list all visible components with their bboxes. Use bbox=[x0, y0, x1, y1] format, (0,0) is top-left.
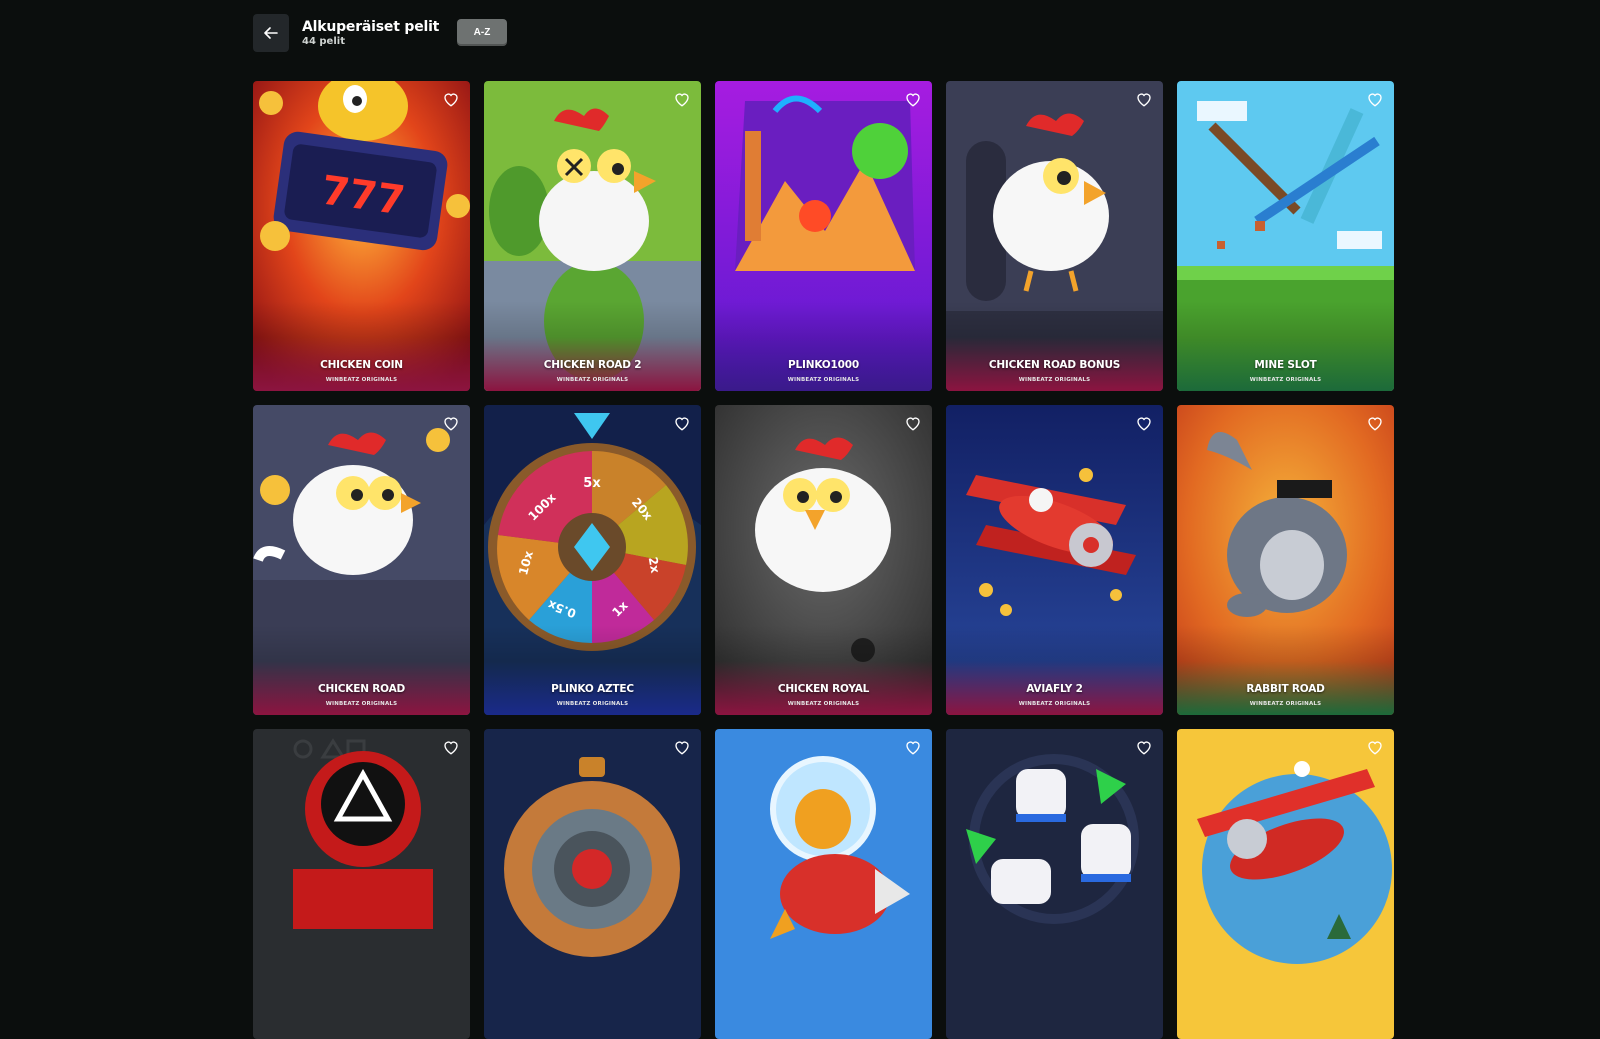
game-provider: WINBEATZ ORIGINALS bbox=[556, 377, 629, 383]
game-provider: WINBEATZ ORIGINALS bbox=[1249, 377, 1322, 383]
page-header: Alkuperäiset pelit 44 pelit bbox=[253, 14, 439, 52]
favorite-heart-icon[interactable] bbox=[673, 414, 691, 432]
game-title: MINE SLOT bbox=[1254, 359, 1317, 371]
game-provider: WINBEATZ ORIGINALS bbox=[556, 701, 629, 707]
game-provider: WINBEATZ ORIGINALS bbox=[325, 701, 398, 707]
favorite-heart-icon[interactable] bbox=[1366, 90, 1384, 108]
game-card-plinko1000[interactable]: PLINKO1000 WINBEATZ ORIGINALS bbox=[715, 81, 932, 391]
game-provider: WINBEATZ ORIGINALS bbox=[787, 377, 860, 383]
game-art-space-rocket bbox=[715, 729, 932, 1039]
game-provider: WINBEATZ ORIGINALS bbox=[1018, 701, 1091, 707]
favorite-heart-icon[interactable] bbox=[442, 90, 460, 108]
game-title: CHICKEN ROYAL bbox=[777, 683, 870, 695]
game-card-red-plane[interactable] bbox=[1177, 729, 1394, 1039]
game-card-target-wheel[interactable] bbox=[484, 729, 701, 1039]
favorite-heart-icon[interactable] bbox=[1135, 738, 1153, 756]
game-provider: WINBEATZ ORIGINALS bbox=[325, 377, 398, 383]
favorite-heart-icon[interactable] bbox=[442, 414, 460, 432]
game-card-aviafly-2[interactable]: AVIAFLY 2 WINBEATZ ORIGINALS bbox=[946, 405, 1163, 715]
game-title: CHICKEN ROAD BONUS bbox=[988, 359, 1121, 371]
game-art-red-plane bbox=[1177, 729, 1394, 1039]
wheel-label-5x: 5x bbox=[583, 476, 601, 491]
game-title: AVIAFLY 2 bbox=[1026, 683, 1083, 695]
sort-az-button[interactable]: A-Z bbox=[457, 19, 507, 46]
game-card-squid-guard[interactable] bbox=[253, 729, 470, 1039]
favorite-heart-icon[interactable] bbox=[1366, 738, 1384, 756]
favorite-heart-icon[interactable] bbox=[904, 414, 922, 432]
favorite-heart-icon[interactable] bbox=[1135, 414, 1153, 432]
game-card-space-rocket[interactable] bbox=[715, 729, 932, 1039]
game-art-rock-paper-scissors bbox=[946, 729, 1163, 1039]
favorite-heart-icon[interactable] bbox=[904, 738, 922, 756]
game-title: CHICKEN ROAD bbox=[317, 683, 406, 695]
games-count: 44 pelit bbox=[302, 35, 345, 47]
favorite-heart-icon[interactable] bbox=[1366, 414, 1384, 432]
title-block: Alkuperäiset pelit 44 pelit bbox=[302, 19, 439, 48]
game-card-rabbit-road[interactable]: RABBIT ROAD WINBEATZ ORIGINALS bbox=[1177, 405, 1394, 715]
game-provider: WINBEATZ ORIGINALS bbox=[1018, 377, 1091, 383]
game-title: CHICKEN ROAD 2 bbox=[543, 359, 642, 371]
favorite-heart-icon[interactable] bbox=[1135, 90, 1153, 108]
back-button[interactable] bbox=[253, 14, 289, 52]
game-provider: WINBEATZ ORIGINALS bbox=[1249, 701, 1322, 707]
game-card-chicken-royal[interactable]: CHICKEN ROYAL WINBEATZ ORIGINALS bbox=[715, 405, 932, 715]
game-card-chicken-coin[interactable]: 777 CHICKEN COIN WINBEATZ ORIGINALS bbox=[253, 81, 470, 391]
favorite-heart-icon[interactable] bbox=[673, 738, 691, 756]
game-title: PLINKO1000 bbox=[788, 359, 859, 371]
game-art-squid-guard bbox=[253, 729, 470, 1039]
game-card-chicken-road[interactable]: CHICKEN ROAD WINBEATZ ORIGINALS bbox=[253, 405, 470, 715]
game-provider: WINBEATZ ORIGINALS bbox=[787, 701, 860, 707]
game-title: CHICKEN COIN bbox=[320, 359, 403, 371]
game-art-target-wheel bbox=[484, 729, 701, 1039]
game-title: PLINKO AZTEC bbox=[551, 683, 634, 695]
arrow-left-icon bbox=[264, 27, 278, 39]
game-card-chicken-road-2[interactable]: CHICKEN ROAD 2 WINBEATZ ORIGINALS bbox=[484, 81, 701, 391]
favorite-heart-icon[interactable] bbox=[442, 738, 460, 756]
game-title: RABBIT ROAD bbox=[1246, 683, 1325, 695]
favorite-heart-icon[interactable] bbox=[673, 90, 691, 108]
game-card-mine-slot[interactable]: MINE SLOT WINBEATZ ORIGINALS bbox=[1177, 81, 1394, 391]
favorite-heart-icon[interactable] bbox=[904, 90, 922, 108]
page-title: Alkuperäiset pelit bbox=[302, 18, 440, 35]
game-card-chicken-road-bonus[interactable]: CHICKEN ROAD BONUS WINBEATZ ORIGINALS bbox=[946, 81, 1163, 391]
wheel-label-2x: 2x bbox=[646, 556, 663, 575]
game-card-plinko-aztec[interactable]: 5x 20x 2x 1x 0.5x 10x 100x PLINKO AZTEC … bbox=[484, 405, 701, 715]
game-card-rock-paper-scissors[interactable] bbox=[946, 729, 1163, 1039]
games-grid: 777 CHICKEN COIN WINBEATZ ORIGINALS CHIC… bbox=[253, 81, 1394, 1039]
